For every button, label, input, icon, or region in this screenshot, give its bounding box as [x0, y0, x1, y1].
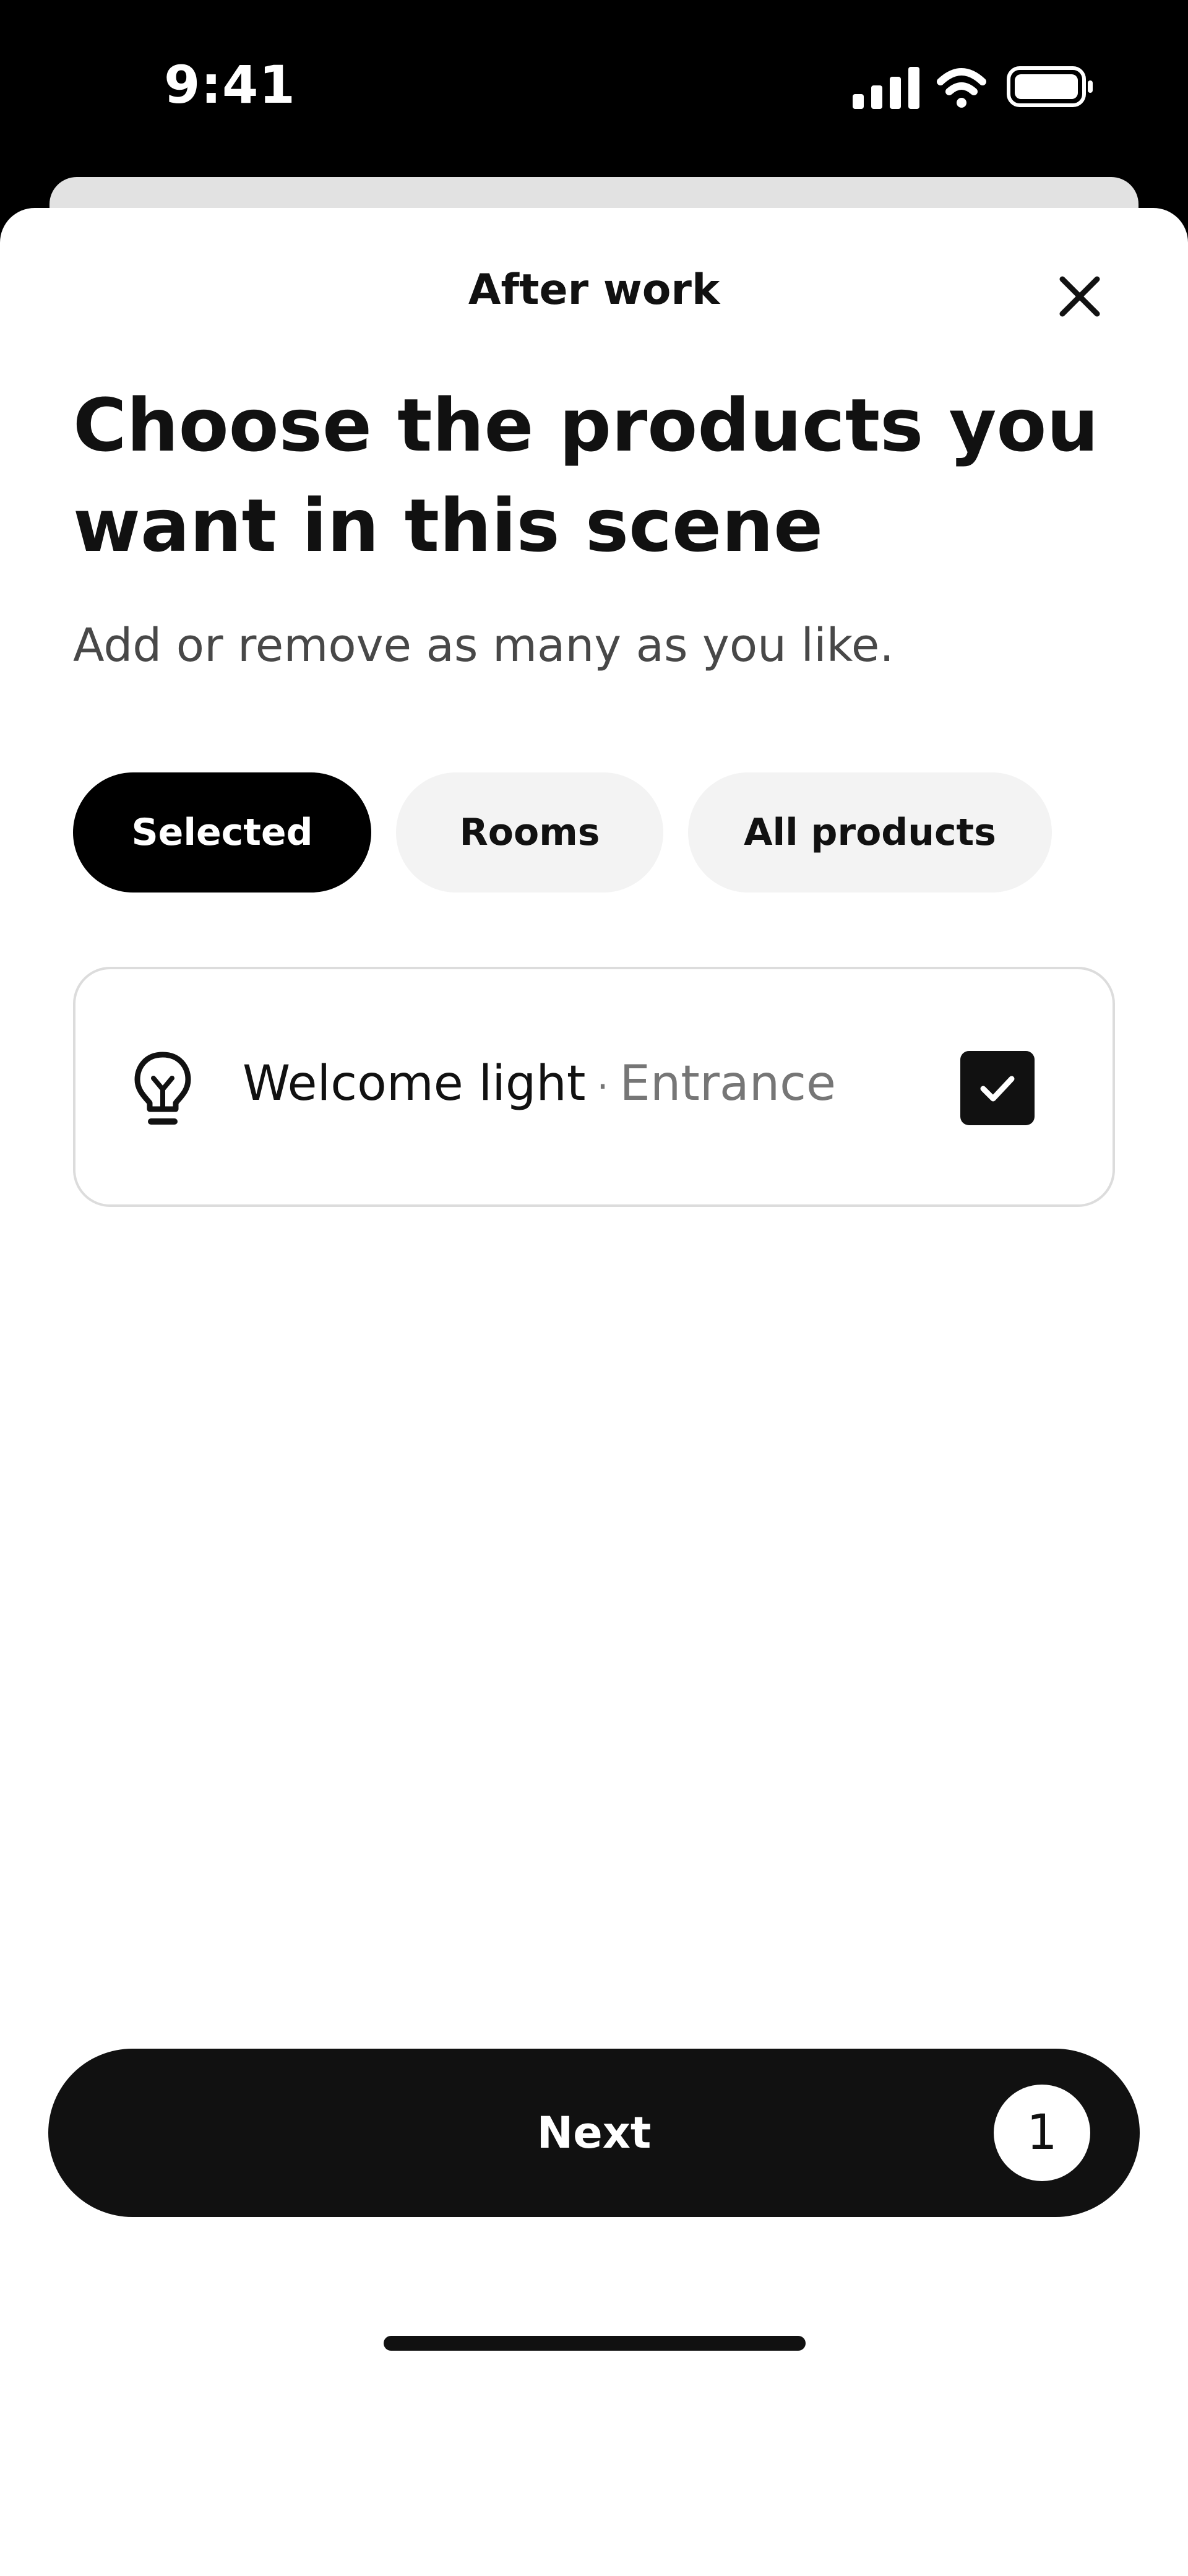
status-time: 9:41 [164, 54, 296, 115]
page-title-line-2: want in this scene [73, 483, 824, 568]
page-title-line-1: Choose the products you [73, 383, 1099, 468]
page-title: Choose the products you want in this sce… [73, 375, 1125, 576]
tab-rooms[interactable]: Rooms [396, 772, 663, 893]
close-button[interactable] [1046, 262, 1114, 331]
status-bar: 9:41 [0, 0, 1188, 179]
next-button[interactable]: Next 1 [48, 2049, 1140, 2217]
light-bulb-icon [134, 1052, 191, 1125]
tab-selected[interactable]: Selected [73, 772, 371, 893]
selected-count-badge: 1 [994, 2085, 1090, 2181]
product-item-welcome-light[interactable]: Welcome light · Entrance [73, 967, 1115, 1207]
cellular-signal-icon [853, 67, 919, 109]
product-separator: · [596, 1065, 609, 1109]
status-icons [848, 62, 1095, 111]
close-icon [1059, 276, 1100, 317]
check-icon [980, 1076, 1015, 1102]
product-room: Entrance [619, 1056, 837, 1112]
product-name: Welcome light [243, 1056, 586, 1112]
battery-icon [1007, 66, 1093, 107]
filter-tabs: Selected Rooms All products [73, 772, 1052, 893]
product-checkbox[interactable] [960, 1051, 1035, 1125]
scene-products-sheet: After work Choose the products you want … [0, 208, 1188, 2576]
product-label: Welcome light · Entrance [243, 1056, 836, 1112]
next-button-label: Next [536, 2107, 652, 2158]
page-subtitle: Add or remove as many as you like. [73, 619, 894, 672]
sheet-title: After work [468, 266, 720, 314]
wifi-icon [937, 68, 986, 108]
tab-all-products[interactable]: All products [688, 772, 1052, 893]
home-indicator [384, 2336, 806, 2351]
